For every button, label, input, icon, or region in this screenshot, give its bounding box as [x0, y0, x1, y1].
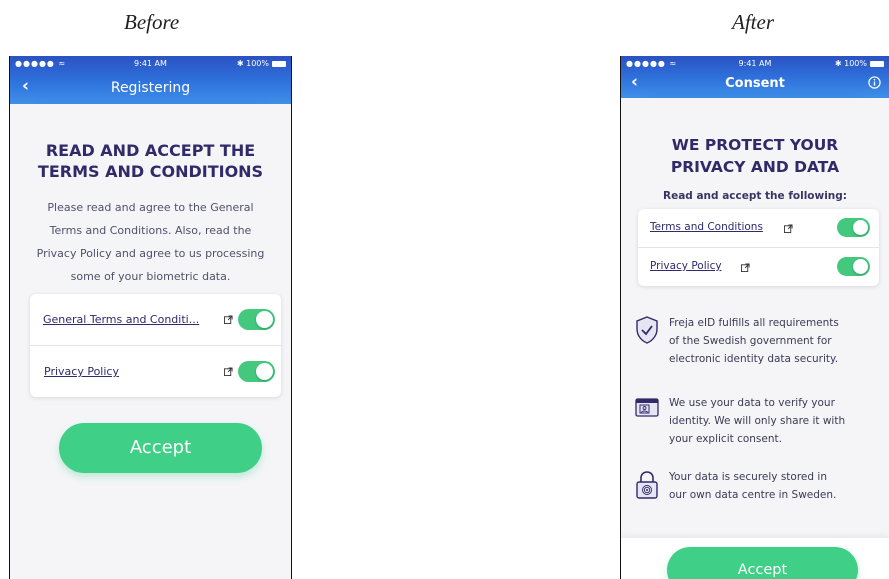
page-title-line-2: TERMS AND CONDITIONS: [37, 162, 264, 181]
external-link-icon[interactable]: [224, 367, 233, 376]
consent-card: General Terms and Conditi... Privacy Pol…: [30, 294, 281, 397]
nav-title: Consent: [725, 76, 785, 91]
consent-row: Privacy Policy: [638, 248, 879, 286]
toggle-knob: [853, 259, 868, 274]
accept-button[interactable]: Accept: [59, 423, 262, 473]
before-nav-bar: ●●●●● ≈ 9:41 AM ✱ 100% ‹ Registering: [10, 56, 291, 104]
page-title-line-1: READ AND ACCEPT THE: [45, 141, 256, 160]
battery-label: ✱ 100%: [236, 59, 269, 68]
battery-icon: [272, 60, 286, 67]
nav-title: Registering: [110, 80, 191, 96]
before-phone-screen: ●●●●● ≈ 9:41 AM ✱ 100% ‹ Registering REA…: [9, 56, 292, 579]
battery-icon: [870, 60, 884, 67]
toggle-knob: [853, 220, 868, 235]
privacy-policy-link[interactable]: Privacy Policy: [650, 260, 722, 272]
info-icon[interactable]: [868, 76, 881, 89]
external-link-icon[interactable]: [741, 263, 750, 272]
toggle-knob: [256, 311, 273, 328]
feature-line: Freja eID fulfills all requirements: [669, 317, 839, 329]
status-bar: ●●●●● ≈ 9:41 AM ✱ 100%: [10, 59, 291, 69]
feature-text: Freja eID fulfills all requirements of t…: [669, 314, 839, 368]
battery-label: ✱ 100%: [834, 59, 867, 68]
terms-toggle[interactable]: [837, 218, 870, 237]
description-line: some of your biometric data.: [70, 270, 231, 283]
before-caption: Before: [124, 10, 180, 34]
shield-check-icon: [636, 316, 658, 344]
feature-line: We use your data to verify your: [669, 397, 835, 409]
feature-line: your explicit consent.: [669, 433, 782, 445]
id-card-icon: [635, 398, 659, 417]
description-line: Please read and agree to the General: [47, 201, 254, 214]
before-content: READ AND ACCEPT THE TERMS AND CONDITIONS…: [10, 104, 291, 579]
privacy-policy-toggle[interactable]: [238, 361, 275, 382]
feature-line: identity. We will only share it with: [669, 415, 846, 427]
feature-identity: We use your data to verify your identity…: [635, 394, 881, 448]
feature-security: Freja eID fulfills all requirements of t…: [635, 314, 881, 368]
subheading: Read and accept the following:: [663, 190, 847, 202]
feature-line: of the Swedish government for: [669, 335, 832, 347]
general-terms-toggle[interactable]: [238, 309, 275, 330]
accept-button[interactable]: Accept: [667, 547, 858, 579]
feature-storage: Your data is securely stored in our own …: [635, 468, 881, 504]
feature-line: our own data centre in Sweden.: [669, 489, 837, 501]
general-terms-link[interactable]: General Terms and Conditi...: [43, 313, 199, 326]
feature-line: Your data is securely stored in: [669, 471, 827, 483]
consent-row: Terms and Conditions: [638, 209, 879, 248]
description-line: Terms and Conditions. Also, read the: [49, 224, 252, 237]
privacy-policy-toggle[interactable]: [837, 257, 870, 276]
battery-indicator: ✱ 100%: [237, 59, 286, 68]
consent-row: Privacy Policy: [30, 346, 281, 397]
terms-link[interactable]: Terms and Conditions: [650, 221, 763, 233]
after-caption: After: [732, 10, 774, 34]
feature-text: Your data is securely stored in our own …: [669, 468, 836, 504]
page-title-line-1: WE PROTECT YOUR: [671, 136, 839, 154]
consent-row: General Terms and Conditi...: [30, 294, 281, 346]
toggle-knob: [256, 363, 273, 380]
feature-line: electronic identity data security.: [669, 353, 839, 365]
description-line: Privacy Policy and agree to us processin…: [36, 247, 265, 260]
feature-text: We use your data to verify your identity…: [669, 394, 845, 448]
padlock-fingerprint-icon: [636, 471, 658, 499]
status-bar: ●●●●● ≈ 9:41 AM ✱ 100%: [621, 59, 889, 69]
external-link-icon[interactable]: [784, 224, 793, 233]
after-phone-screen: ●●●●● ≈ 9:41 AM ✱ 100% ‹ Consent WE PROT…: [620, 56, 889, 579]
page-title-line-2: PRIVACY AND DATA: [670, 158, 840, 176]
privacy-policy-link[interactable]: Privacy Policy: [44, 365, 119, 378]
after-content: WE PROTECT YOUR PRIVACY AND DATA Read an…: [621, 98, 889, 579]
after-nav-bar: ●●●●● ≈ 9:41 AM ✱ 100% ‹ Consent: [621, 56, 889, 98]
consent-card: Terms and Conditions Privacy Policy: [638, 209, 879, 286]
battery-indicator: ✱ 100%: [835, 59, 884, 68]
external-link-icon[interactable]: [224, 315, 233, 324]
